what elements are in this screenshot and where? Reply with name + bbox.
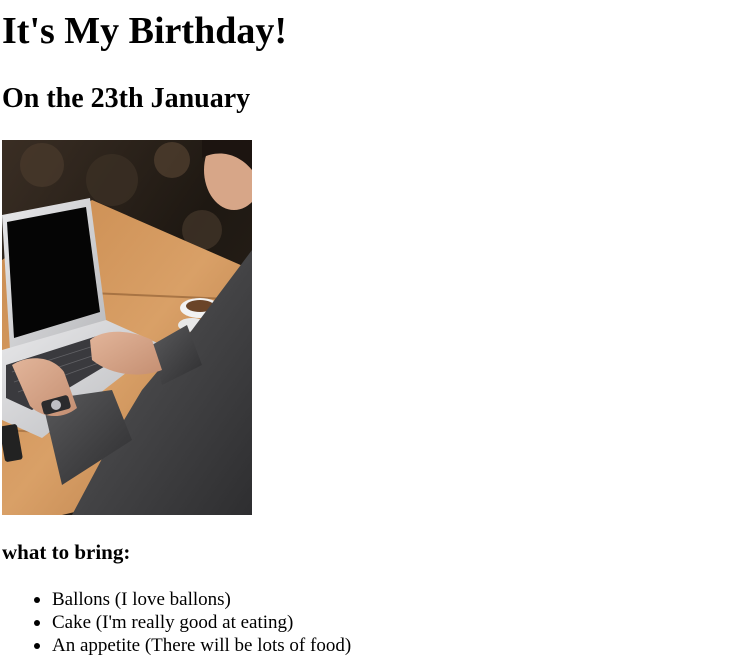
page: It's My Birthday! On the 23th January wh… (0, 0, 731, 666)
laptop-photo-illustration (2, 140, 252, 515)
bring-section-heading: what to bring: (2, 540, 131, 564)
page-title: It's My Birthday! (2, 10, 287, 52)
bullet-icon (34, 597, 40, 603)
bring-list: Ballons (I love ballons) Cake (I'm reall… (2, 588, 351, 657)
list-item-text: Cake (I'm really good at eating) (52, 612, 294, 633)
laptop-photo (2, 140, 252, 515)
list-item-text: Ballons (I love ballons) (52, 589, 231, 610)
bullet-icon (34, 643, 40, 649)
list-item-text: An appetite (There will be lots of food) (52, 635, 352, 656)
list-item: Cake (I'm really good at eating) (34, 611, 351, 634)
list-item: An appetite (There will be lots of food) (34, 634, 352, 657)
event-date: On the 23th January (2, 83, 251, 114)
list-item: Ballons (I love ballons) (34, 588, 351, 611)
bullet-icon (34, 620, 40, 626)
